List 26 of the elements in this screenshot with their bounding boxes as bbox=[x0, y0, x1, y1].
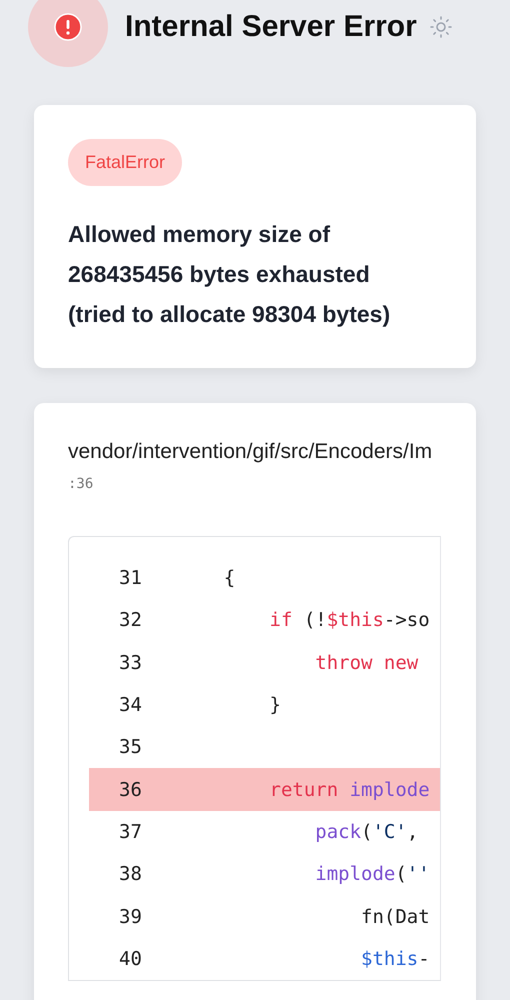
code-line: implode('' bbox=[314, 863, 430, 886]
code-line: } bbox=[268, 694, 281, 716]
code-line-number: 39 bbox=[118, 906, 143, 928]
code-line: $this- bbox=[360, 948, 430, 970]
sun-icon[interactable] bbox=[428, 15, 453, 39]
code-line-number: 34 bbox=[118, 694, 143, 716]
code-line: fn(Dat bbox=[360, 906, 430, 928]
code-line-number: 38 bbox=[118, 863, 143, 886]
page-title: Internal Server Error bbox=[125, 10, 417, 44]
code-line-number: 37 bbox=[118, 820, 143, 843]
code-line: { bbox=[222, 567, 236, 590]
code-line: return implode bbox=[268, 778, 430, 801]
code-line-number: 33 bbox=[118, 652, 143, 674]
error-icon bbox=[54, 13, 82, 41]
code-line-number: 31 bbox=[118, 567, 143, 590]
line-number: :36 bbox=[68, 476, 94, 492]
error-message: Allowed memory size of 268435456 bytes exhausted (tried to allocate 98304 bytes) bbox=[68, 220, 392, 329]
code-line: if (!$this->so bbox=[268, 609, 430, 632]
code-line-number: 35 bbox=[118, 736, 143, 758]
code-line: pack('C', bbox=[314, 820, 418, 843]
file-path: vendor/intervention/gif/src/Encoders/Im bbox=[68, 440, 434, 464]
code-line-number: 40 bbox=[118, 948, 143, 970]
error-type-badge: FatalError bbox=[68, 139, 182, 186]
code-line: throw new bbox=[314, 652, 418, 674]
code-line-number: 36 bbox=[118, 778, 143, 801]
code-line-number: 32 bbox=[118, 609, 143, 632]
